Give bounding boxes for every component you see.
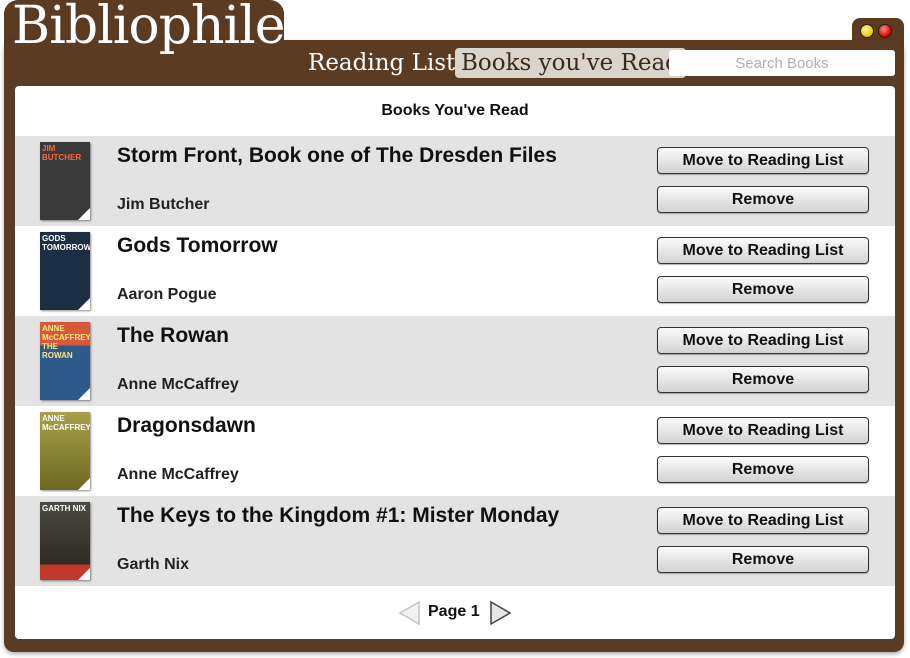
book-row: ANNE McCAFFREY Dragonsdawn Anne McCaffre… bbox=[15, 406, 895, 496]
app-logo: Bibliophile bbox=[12, 0, 286, 56]
page-title: Books You've Read bbox=[381, 102, 529, 119]
book-author: Garth Nix bbox=[117, 556, 190, 573]
page-curl-icon bbox=[78, 388, 90, 400]
book-title: Storm Front, Book one of The Dresden Fil… bbox=[117, 144, 557, 167]
search-input[interactable] bbox=[669, 50, 895, 76]
page-curl-icon bbox=[78, 568, 90, 580]
page-curl-icon bbox=[78, 208, 90, 220]
book-title: Gods Tomorrow bbox=[117, 234, 278, 257]
book-cover-image: GODS TOMORROW bbox=[40, 232, 90, 310]
remove-button[interactable]: Remove bbox=[657, 276, 869, 303]
previous-page-icon[interactable] bbox=[397, 600, 421, 626]
book-cover-image: ANNE McCAFFREY bbox=[40, 412, 90, 490]
book-row: GARTH NIX The Keys to the Kingdom #1: Mi… bbox=[15, 496, 895, 586]
next-page-icon[interactable] bbox=[489, 600, 513, 626]
book-cover-image: JIM BUTCHER bbox=[40, 142, 90, 220]
cover-text: GARTH NIX bbox=[42, 504, 86, 513]
pagination: Page 1 bbox=[15, 586, 895, 636]
book-title: The Keys to the Kingdom #1: Mister Monda… bbox=[117, 504, 560, 527]
close-button[interactable] bbox=[878, 24, 892, 38]
cover-text: JIM BUTCHER bbox=[42, 144, 82, 162]
page-curl-icon bbox=[78, 298, 90, 310]
window-controls bbox=[860, 24, 892, 38]
cover-text: GODS TOMORROW bbox=[42, 234, 90, 252]
remove-button[interactable]: Remove bbox=[657, 186, 869, 213]
book-author: Jim Butcher bbox=[117, 196, 210, 213]
move-to-reading-list-button[interactable]: Move to Reading List bbox=[657, 237, 869, 264]
move-to-reading-list-button[interactable]: Move to Reading List bbox=[657, 147, 869, 174]
book-row: GODS TOMORROW Gods Tomorrow Aaron Pogue … bbox=[15, 226, 895, 316]
book-cover-image: GARTH NIX bbox=[40, 502, 90, 580]
book-row: JIM BUTCHER Storm Front, Book one of The… bbox=[15, 136, 895, 226]
remove-button[interactable]: Remove bbox=[657, 366, 869, 393]
book-row: ANNE McCAFFREY THE ROWAN The Rowan Anne … bbox=[15, 316, 895, 406]
move-to-reading-list-button[interactable]: Move to Reading List bbox=[657, 327, 869, 354]
tab-books-read[interactable]: Books you've Read bbox=[455, 48, 686, 78]
book-cover-image: ANNE McCAFFREY THE ROWAN bbox=[40, 322, 90, 400]
cover-text: ANNE McCAFFREY THE ROWAN bbox=[42, 324, 90, 360]
page-indicator: Page 1 bbox=[428, 603, 480, 620]
move-to-reading-list-button[interactable]: Move to Reading List bbox=[657, 507, 869, 534]
book-author: Anne McCaffrey bbox=[117, 466, 239, 483]
book-author: Aaron Pogue bbox=[117, 286, 217, 303]
tab-reading-list[interactable]: Reading List bbox=[302, 48, 461, 78]
page-curl-icon bbox=[78, 478, 90, 490]
move-to-reading-list-button[interactable]: Move to Reading List bbox=[657, 417, 869, 444]
book-author: Anne McCaffrey bbox=[117, 376, 239, 393]
remove-button[interactable]: Remove bbox=[657, 456, 869, 483]
main-panel: Books You've Read JIM BUTCHER Storm Fron… bbox=[15, 86, 895, 639]
book-title: Dragonsdawn bbox=[117, 414, 256, 437]
remove-button[interactable]: Remove bbox=[657, 546, 869, 573]
minimize-button[interactable] bbox=[860, 24, 874, 38]
cover-text: ANNE McCAFFREY bbox=[42, 414, 90, 432]
book-title: The Rowan bbox=[117, 324, 230, 347]
